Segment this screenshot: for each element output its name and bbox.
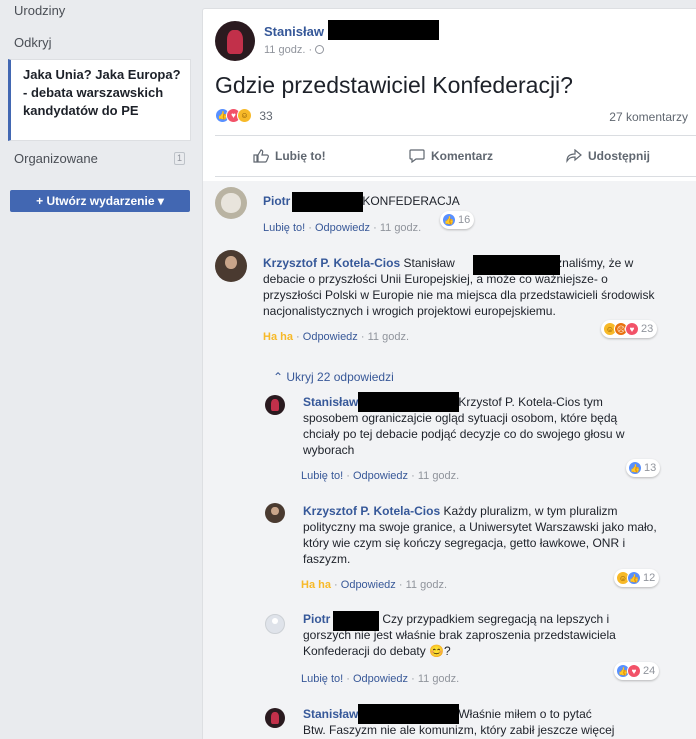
comment-count[interactable]: 27 komentarzy (609, 110, 688, 124)
comment-text: KONFEDERACJA (362, 194, 460, 208)
comment-time[interactable]: 11 godz. (380, 222, 421, 234)
commenter-avatar[interactable] (215, 187, 247, 219)
divider (215, 176, 696, 177)
replier-avatar[interactable] (265, 614, 285, 634)
comment-actions: Ha ha · Odpowiedz · 11 godz. (263, 331, 409, 343)
comment-like-link[interactable]: Lubię to! (263, 222, 305, 234)
author-avatar[interactable] (215, 21, 255, 61)
comment-reactions[interactable]: ☺ ☹ ♥ 23 (601, 320, 658, 338)
speech-bubble-icon (409, 149, 425, 163)
like-reaction-icon: 👍 (627, 571, 641, 586)
thumbs-up-icon (253, 149, 269, 163)
like-reaction-icon: 👍 (628, 461, 642, 476)
replier-name[interactable]: Stanisław (303, 707, 358, 721)
post-author-name[interactable]: Stanisław (264, 24, 324, 39)
like-reaction-icon: 👍 (442, 213, 456, 228)
redaction-bar (473, 255, 560, 275)
reply-reaction-count: 13 (644, 462, 657, 474)
redaction-bar (292, 192, 363, 212)
replier-avatar[interactable] (265, 503, 285, 523)
hide-replies-link[interactable]: ⌃ Ukryj 22 odpowiedzi (273, 370, 394, 384)
reply-reaction-count: 12 (643, 572, 656, 584)
reply-text: Właśnie miłem o to pytać (458, 707, 592, 721)
comment-haha-link[interactable]: Ha ha (263, 331, 293, 343)
create-event-button[interactable]: + Utwórz wydarzenie ▾ (10, 190, 190, 212)
sidebar: Urodziny Odkryj Jaka Unia? Jaka Europa?-… (0, 0, 200, 739)
redaction-bar (358, 704, 459, 724)
reply-actions: Ha ha · Odpowiedz · 11 godz. (301, 579, 447, 591)
sidebar-item-discover[interactable]: Odkryj (14, 35, 52, 50)
comment-reaction-count: 23 (641, 323, 654, 335)
comment-reactions[interactable]: 👍 16 (440, 211, 475, 229)
share-arrow-icon (566, 149, 582, 163)
post-card: Stanisław 11 godz. · Gdzie przedstawicie… (202, 8, 696, 739)
share-button-label: Udostępnij (588, 149, 650, 163)
comment-time[interactable]: 11 godz. (368, 331, 409, 343)
reply-haha-link[interactable]: Ha ha (301, 579, 331, 591)
reply-time[interactable]: 11 godz. (406, 579, 447, 591)
haha-reaction-icon: ☺ (237, 108, 252, 124)
divider (215, 135, 696, 136)
comment-mention[interactable]: Stanisław (403, 256, 454, 270)
smile-emoji: 😊? (429, 644, 451, 658)
reply-like-link[interactable]: Lubię to! (301, 673, 343, 685)
reply-time[interactable]: 11 godz. (418, 470, 459, 482)
reply-actions: Lubię to! · Odpowiedz · 11 godz. (301, 470, 460, 482)
redaction-bar (328, 20, 439, 40)
reply-reactions[interactable]: 👍 ♥ 24 (614, 662, 660, 680)
reaction-count: 33 (259, 108, 273, 123)
reply-reply-link[interactable]: Odpowiedz (353, 673, 408, 685)
commenter-name[interactable]: Piotr (263, 194, 290, 208)
reply-reaction-count: 24 (643, 665, 656, 677)
reply-bubble: Stanisław Właśnie miłem o to pytać Btw. F… (291, 701, 669, 739)
reply-actions: Lubię to! · Odpowiedz · 11 godz. (301, 673, 460, 685)
reply-reactions[interactable]: 👍 13 (626, 459, 661, 477)
commenter-avatar[interactable] (215, 250, 247, 282)
like-button-label: Lubię to! (275, 149, 326, 163)
globe-icon (315, 45, 325, 54)
post-reactions[interactable]: 👍 ♥ ☺ 33 (215, 108, 273, 126)
reply-like-link[interactable]: Lubię to! (301, 470, 343, 482)
comment-actions: Lubię to! · Odpowiedz · 11 godz. (263, 222, 422, 234)
comment-reply-link[interactable]: Odpowiedz (303, 331, 358, 343)
comment-button[interactable]: Komentarz (409, 149, 493, 163)
comment-button-label: Komentarz (431, 149, 494, 163)
love-reaction-icon: ♥ (627, 664, 641, 679)
replier-name[interactable]: Stanisław (303, 395, 358, 409)
post-meta: 11 godz. · (264, 44, 325, 56)
replier-name[interactable]: Piotr (303, 612, 330, 626)
replier-avatar[interactable] (265, 708, 285, 728)
love-reaction-icon: ♥ (625, 322, 639, 337)
replier-name[interactable]: Krzysztof P. Kotela-Cios (303, 504, 440, 518)
share-button[interactable]: Udostępnij (566, 149, 650, 163)
post-time[interactable]: 11 godz. · (264, 44, 312, 56)
comment-bubble: Krzysztof P. Kotela-Cios Stanisław, uzna… (251, 250, 669, 326)
sidebar-item-birthdays[interactable]: Urodziny (14, 3, 65, 18)
reply-reply-link[interactable]: Odpowiedz (353, 470, 408, 482)
sidebar-item-organized[interactable]: Organizowane (14, 151, 98, 166)
post-title: Gdzie przedstawiciel Konfederacji? (215, 72, 573, 98)
redaction-bar (333, 611, 379, 631)
comment-reaction-count: 16 (458, 214, 471, 226)
reply-time[interactable]: 11 godz. (418, 673, 459, 685)
reply-reactions[interactable]: ☺ 👍 12 (614, 569, 660, 587)
replier-avatar[interactable] (265, 395, 285, 415)
commenter-name[interactable]: Krzysztof P. Kotela-Cios (263, 256, 400, 270)
reply-bubble: Krzysztof P. Kotela-Cios Każdy pluralizm… (291, 498, 669, 574)
organized-count-badge: 1 (174, 152, 185, 165)
reply-bubble: Stanisław Krzystof P. Kotela-Cios tym spo… (291, 389, 669, 465)
reply-text-line2: Btw. Faszyzm nie ale komunizm, który zab… (303, 723, 615, 737)
like-button[interactable]: Lubię to! (253, 149, 326, 163)
reply-reply-link[interactable]: Odpowiedz (341, 579, 396, 591)
sidebar-item-active-event[interactable]: Jaka Unia? Jaka Europa?- debata warszaws… (8, 59, 191, 141)
redaction-bar (358, 392, 459, 412)
comment-reply-link[interactable]: Odpowiedz (315, 222, 370, 234)
